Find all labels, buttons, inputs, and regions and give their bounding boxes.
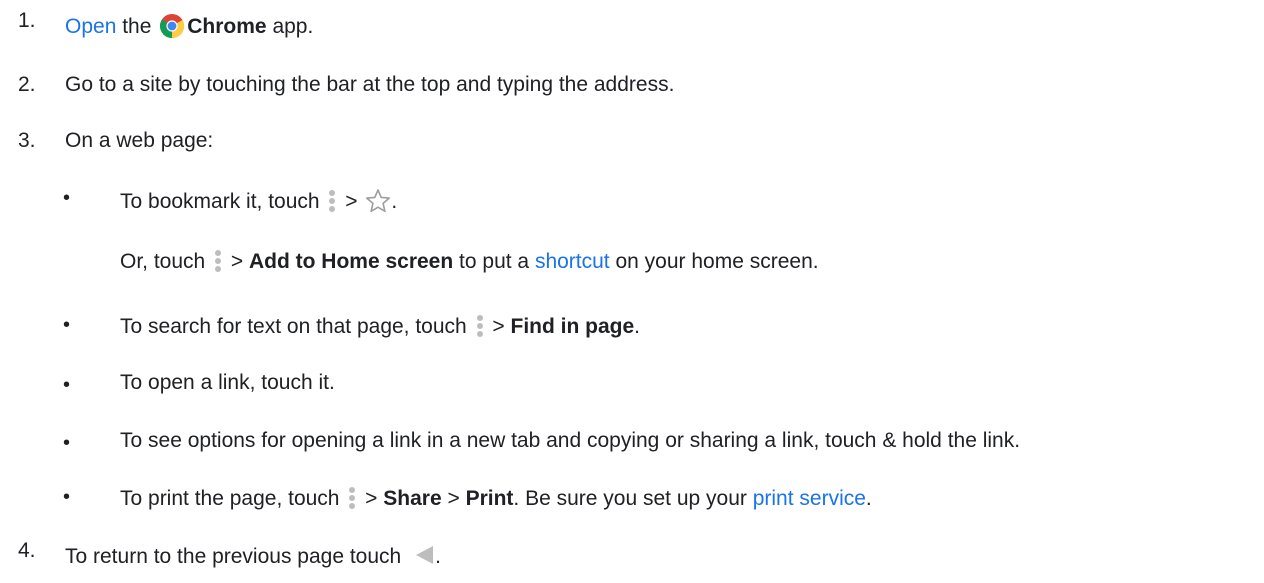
print-label: Print: [465, 487, 514, 510]
or-touch-text: Or, touch: [120, 250, 212, 273]
step-2-text: Go to a site by touching the bar at the …: [65, 73, 675, 96]
separator: >: [441, 487, 466, 510]
period: .: [435, 545, 441, 568]
step-2-number: 2.: [18, 73, 36, 96]
separator: >: [486, 315, 511, 338]
bullet-marker: •: [63, 374, 71, 396]
bookmark-instruction: To bookmark it, touch > .: [120, 188, 397, 215]
share-label: Share: [383, 487, 442, 510]
star-icon: [365, 188, 391, 214]
separator: >: [339, 190, 364, 213]
separator: >: [359, 487, 384, 510]
put-a-text: to put a: [453, 250, 535, 273]
return-text: To return to the previous page touch: [65, 545, 408, 568]
step-4-text: To return to the previous page touch .: [65, 544, 441, 570]
home-screen-instruction: Or, touch > Add to Home screen to put a …: [120, 249, 819, 275]
find-in-page-label: Find in page: [510, 315, 635, 338]
step-3-text: On a web page:: [65, 129, 214, 152]
search-text: To search for text on that page, touch: [120, 315, 473, 338]
bookmark-text: To bookmark it, touch: [120, 190, 326, 213]
open-link-instruction: To open a link, touch it.: [120, 371, 335, 394]
bullet-marker: •: [63, 314, 71, 336]
home-screen-text: on your home screen.: [609, 250, 819, 273]
bullet-marker: •: [63, 486, 71, 508]
back-triangle-icon: [413, 544, 435, 566]
period: .: [391, 190, 398, 213]
be-sure-text: . Be sure you set up your: [513, 487, 753, 510]
more-vert-icon: [475, 314, 485, 338]
step-1-text: Open the Chrome app.: [65, 13, 313, 40]
step-1-app: app.: [266, 15, 314, 38]
print-service-link[interactable]: print service: [753, 487, 866, 510]
step-1-number: 1.: [18, 9, 36, 32]
step-1-the: the: [116, 15, 158, 38]
more-vert-icon: [347, 486, 357, 510]
find-in-page-instruction: To search for text on that page, touch >…: [120, 314, 640, 340]
add-to-home-screen-label: Add to Home screen: [248, 250, 454, 273]
step-4-number: 4.: [18, 539, 36, 562]
more-vert-icon: [213, 249, 223, 273]
print-instruction: To print the page, touch > Share > Print…: [120, 486, 872, 512]
link-options-instruction: To see options for opening a link in a n…: [120, 429, 1021, 452]
bullet-marker: •: [63, 432, 71, 454]
bullet-marker: •: [63, 187, 71, 209]
separator: >: [225, 250, 249, 273]
period: .: [865, 487, 872, 510]
step-3-number: 3.: [18, 129, 36, 152]
open-link[interactable]: Open: [65, 15, 116, 38]
period: .: [634, 315, 641, 338]
chrome-icon: [159, 13, 185, 39]
print-text: To print the page, touch: [120, 487, 346, 510]
more-vert-icon: [327, 189, 337, 213]
shortcut-link[interactable]: shortcut: [535, 250, 610, 273]
chrome-app-name: Chrome: [187, 15, 267, 38]
